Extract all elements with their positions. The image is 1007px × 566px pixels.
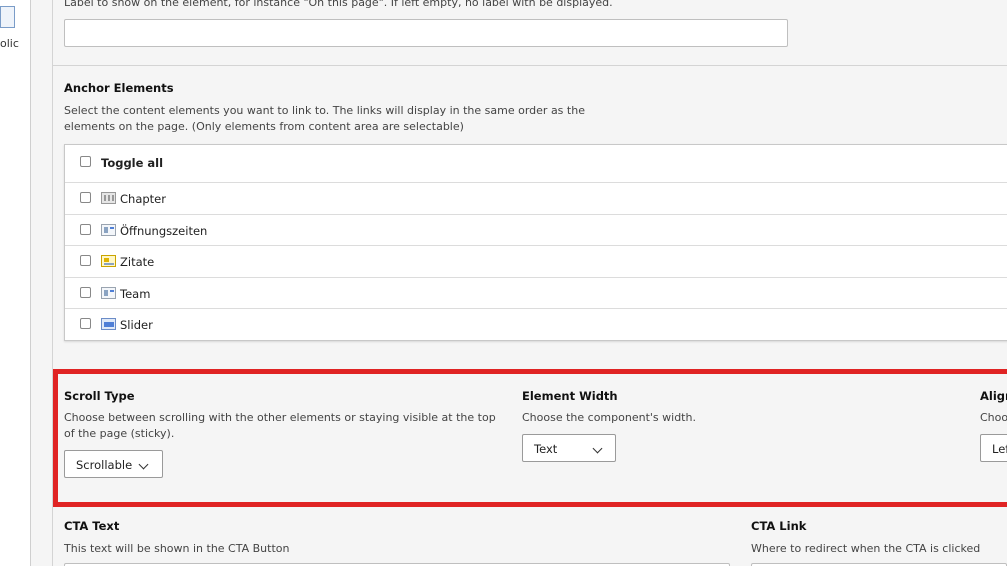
item-label: Öffnungszeiten [120, 223, 208, 238]
cta-link-title: CTA Link [751, 519, 807, 533]
slider-icon [101, 318, 116, 330]
list-item[interactable]: Team [65, 278, 1007, 309]
quote-icon [101, 255, 116, 267]
label-input[interactable] [64, 19, 788, 47]
help-line: elements on the page. (Only elements fro… [64, 120, 464, 133]
anchor-elements-help: Select the content elements you want to … [64, 103, 585, 135]
scroll-type-value: Scrollable [76, 458, 133, 472]
item-checkbox[interactable] [80, 255, 91, 266]
sidebar-input-fragment[interactable] [0, 6, 15, 28]
divider [53, 65, 1007, 66]
anchor-elements-title: Anchor Elements [64, 81, 174, 95]
content-form: Label to show on the element, for instan… [53, 0, 1007, 566]
content-element-icon [101, 223, 116, 236]
item-checkbox[interactable] [80, 286, 91, 298]
alignment-help: Choo [980, 411, 1007, 424]
item-checkbox[interactable] [80, 192, 91, 203]
content-element-icon [101, 286, 116, 299]
anchor-elements-list: Toggle all Chapter Öffnungszeiten Zitate… [64, 144, 1007, 341]
scroll-type-title: Scroll Type [64, 389, 135, 403]
item-label: Slider [120, 318, 153, 332]
chevron-down-icon [138, 459, 149, 470]
element-width-select[interactable]: Text [522, 434, 616, 462]
list-item[interactable]: Chapter [65, 183, 1007, 215]
list-item[interactable]: Öffnungszeiten [65, 215, 1007, 246]
item-label: Team [120, 286, 151, 301]
element-width-value: Text [534, 442, 558, 456]
scroll-type-select[interactable]: Scrollable [64, 450, 163, 478]
element-width-title: Element Width [522, 389, 618, 403]
chevron-down-icon [592, 443, 603, 454]
help-line: Select the content elements you want to … [64, 104, 585, 117]
item-checkbox[interactable] [80, 223, 91, 235]
help-line: Choose between scrolling with the other … [64, 411, 496, 424]
list-item[interactable]: Slider [65, 309, 1007, 341]
label-field-help: Label to show on the element, for instan… [64, 0, 613, 9]
cta-text-help: This text will be shown in the CTA Butto… [64, 542, 290, 555]
scroll-type-help: Choose between scrolling with the other … [64, 410, 496, 442]
toggle-all-row[interactable]: Toggle all [65, 145, 1007, 183]
item-label: Zitate [120, 255, 155, 269]
toggle-all-checkbox[interactable] [80, 156, 91, 167]
sidebar-text-fragment: olic [0, 37, 19, 50]
alignment-title: Align [980, 389, 1007, 403]
item-label: Chapter [120, 192, 166, 206]
cta-link-help: Where to redirect when the CTA is clicke… [751, 542, 981, 555]
list-item[interactable]: Zitate [65, 246, 1007, 278]
alignment-select[interactable]: Lef [980, 434, 1007, 462]
help-line: of the page (sticky). [64, 427, 175, 440]
toggle-all-label: Toggle all [101, 156, 164, 170]
chapter-icon [101, 192, 116, 204]
cta-text-title: CTA Text [64, 519, 120, 533]
item-checkbox[interactable] [80, 318, 91, 329]
alignment-value: Lef [992, 442, 1007, 456]
left-panel: olic [0, 0, 31, 566]
element-width-help: Choose the component's width. [522, 411, 696, 424]
